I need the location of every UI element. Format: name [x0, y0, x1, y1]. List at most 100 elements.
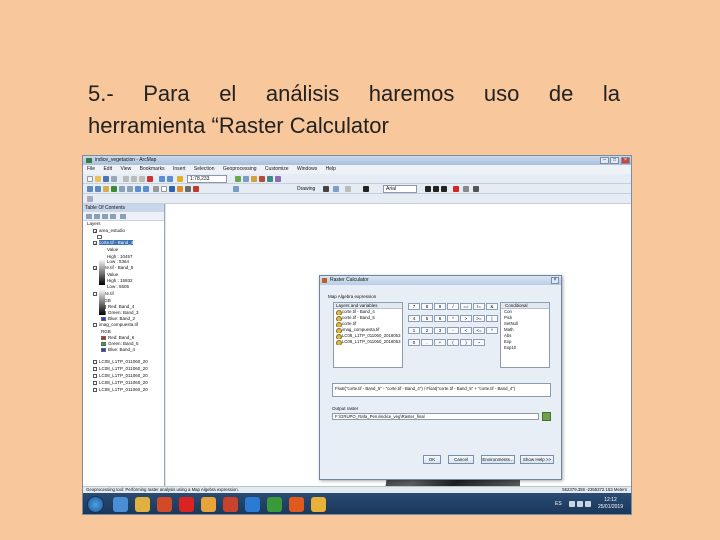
- arctoolbox-icon[interactable]: [259, 176, 265, 182]
- minimize-button[interactable]: –: [600, 157, 609, 164]
- menu-selection[interactable]: Selection: [194, 166, 215, 172]
- rectangle-icon[interactable]: [345, 186, 351, 192]
- drawing-menu[interactable]: Drawing: [297, 184, 315, 194]
- font-select[interactable]: Arial: [383, 185, 417, 193]
- ie-icon[interactable]: [113, 497, 128, 512]
- operator-key[interactable]: 4: [408, 315, 420, 322]
- editor-icon[interactable]: [235, 176, 241, 182]
- font-color-icon[interactable]: [453, 186, 459, 192]
- text-tool-icon[interactable]: [363, 186, 369, 192]
- toc-row[interactable]: imag_compuesta.tif: [93, 322, 138, 328]
- menu-geoprocessing[interactable]: Geoprocessing: [223, 166, 257, 172]
- layers-variables-list[interactable]: Layers and variables corte.tif - Band_4 …: [333, 302, 403, 368]
- toc-row[interactable]: LC08_L1TP_011060_20: [93, 373, 148, 379]
- list-by-drawing-order-icon[interactable]: [86, 214, 92, 219]
- operator-key[interactable]: (: [447, 339, 459, 346]
- operator-key[interactable]: 7: [408, 303, 420, 310]
- forward-extent-icon[interactable]: [143, 186, 149, 192]
- operator-key[interactable]: ~: [473, 339, 485, 346]
- zoom-out-icon[interactable]: [95, 186, 101, 192]
- identify-icon[interactable]: [169, 186, 175, 192]
- fixed-zoom-in-icon[interactable]: [119, 186, 125, 192]
- operator-key[interactable]: >=: [473, 315, 485, 322]
- find-icon[interactable]: [177, 186, 183, 192]
- ok-button[interactable]: OK: [423, 455, 441, 464]
- volume-icon[interactable]: [577, 501, 583, 507]
- menu-edit[interactable]: Edit: [103, 166, 112, 172]
- python-icon[interactable]: [267, 176, 273, 182]
- italic-icon[interactable]: [433, 186, 439, 192]
- measure-icon[interactable]: [185, 186, 191, 192]
- list-by-visibility-icon[interactable]: [102, 214, 108, 219]
- modelbuilder-icon[interactable]: [275, 176, 281, 182]
- operator-key[interactable]: 6: [434, 315, 446, 322]
- layer-visibility-checkbox[interactable]: [93, 366, 97, 371]
- network-icon[interactable]: [569, 501, 575, 507]
- toc-options-icon[interactable]: [120, 214, 126, 219]
- layer-visibility-checkbox[interactable]: [93, 291, 97, 296]
- operator-key[interactable]: 3: [434, 327, 446, 334]
- clock[interactable]: 12:12 25/01/2019: [598, 497, 623, 511]
- conditional-functions-list[interactable]: Conditional Con Pick SetNull Math Abs Ex…: [500, 302, 550, 368]
- redo-icon[interactable]: [167, 176, 173, 182]
- operator-key[interactable]: !=: [473, 303, 485, 310]
- menu-insert[interactable]: Insert: [173, 166, 186, 172]
- operator-key[interactable]: ^: [486, 327, 498, 334]
- toc-row[interactable]: Value: [107, 247, 118, 253]
- list-by-source-icon[interactable]: [94, 214, 100, 219]
- operator-key[interactable]: ): [460, 339, 472, 346]
- start-button[interactable]: [87, 496, 104, 513]
- operator-key[interactable]: &: [486, 303, 498, 310]
- select-features-icon[interactable]: [153, 186, 159, 192]
- media-player-icon[interactable]: [157, 497, 172, 512]
- arcmap-task-icon[interactable]: [267, 497, 282, 512]
- operator-key[interactable]: 9: [434, 303, 446, 310]
- language-indicator[interactable]: ES: [555, 501, 565, 507]
- copy-icon[interactable]: [131, 176, 137, 182]
- toc-row[interactable]: Layers: [87, 221, 101, 227]
- toc-row[interactable]: Low : 5505: [107, 284, 129, 290]
- operator-key[interactable]: /: [447, 303, 459, 310]
- layer-visibility-checkbox[interactable]: [93, 380, 97, 385]
- scale-input[interactable]: 1:78,233: [187, 175, 227, 183]
- toc-row[interactable]: LC08_L1TP_011060_20: [93, 380, 148, 386]
- function-item[interactable]: Exp10: [501, 345, 549, 351]
- full-extent-icon[interactable]: [111, 186, 117, 192]
- undo-icon[interactable]: [159, 176, 165, 182]
- toc-row[interactable]: corte.tif - Band_4: [93, 240, 134, 246]
- explorer-icon[interactable]: [135, 497, 150, 512]
- operator-key[interactable]: .: [421, 339, 433, 346]
- line-color-icon[interactable]: [473, 186, 479, 192]
- flag-icon[interactable]: [585, 501, 591, 507]
- operator-key[interactable]: +: [434, 339, 446, 346]
- toc-row[interactable]: LC08_L1TP_011060_20: [93, 366, 148, 372]
- paste-icon[interactable]: [139, 176, 145, 182]
- layer-visibility-checkbox[interactable]: [93, 373, 97, 378]
- hyperlink-icon[interactable]: [193, 186, 199, 192]
- rotate-icon[interactable]: [333, 186, 339, 192]
- save-icon[interactable]: [103, 176, 109, 182]
- back-extent-icon[interactable]: [135, 186, 141, 192]
- expression-input[interactable]: Float("corte.tif - Band_5" - "corte.tif …: [332, 383, 551, 397]
- cut-icon[interactable]: [123, 176, 129, 182]
- zoom-in-icon[interactable]: [87, 186, 93, 192]
- list-by-selection-icon[interactable]: [110, 214, 116, 219]
- close-button[interactable]: ×: [621, 157, 630, 164]
- menu-bookmarks[interactable]: Bookmarks: [140, 166, 165, 172]
- menu-customize[interactable]: Customize: [265, 166, 289, 172]
- toc-row[interactable]: LC08_L1TP_011060_20: [93, 359, 148, 365]
- operator-key[interactable]: ==: [460, 303, 472, 310]
- operator-key[interactable]: 5: [421, 315, 433, 322]
- add-data-icon[interactable]: [177, 176, 183, 182]
- layer-visibility-checkbox[interactable]: [93, 322, 97, 327]
- operator-key[interactable]: 1: [408, 327, 420, 334]
- powerpoint-icon[interactable]: [223, 497, 238, 512]
- operator-key[interactable]: 0: [408, 339, 420, 346]
- menu-file[interactable]: File: [87, 166, 95, 172]
- operator-key[interactable]: >: [460, 315, 472, 322]
- acrobat-icon[interactable]: [179, 497, 194, 512]
- word-icon[interactable]: [245, 497, 260, 512]
- layout-icon[interactable]: [233, 186, 239, 192]
- select-elements-icon[interactable]: [161, 186, 167, 192]
- arccatalog-icon[interactable]: [289, 497, 304, 512]
